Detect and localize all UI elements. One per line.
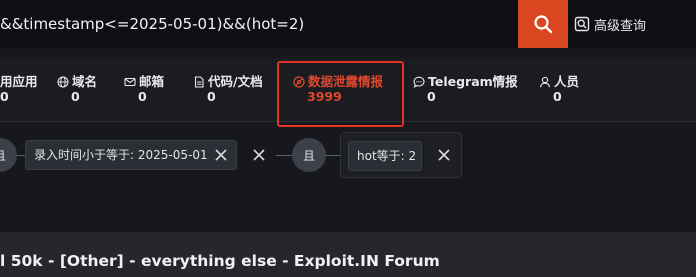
tab-domains[interactable]: 域名 0 [57, 74, 97, 104]
filter-bar: 且 录入时间小于等于: 2025-05-01 且 hot等于: 2 [0, 132, 696, 178]
tab-people-label: 人员 [554, 74, 580, 89]
filter-group-1: 录入时间小于等于: 2025-05-01 [25, 132, 238, 178]
tab-apps-count: 0 [0, 89, 9, 104]
tab-telegram[interactable]: Telegram情报 0 [413, 74, 518, 104]
tab-email-count: 0 [138, 89, 147, 104]
active-tab-highlight [277, 61, 404, 127]
tab-people-count: 0 [553, 89, 562, 104]
close-icon[interactable] [435, 146, 453, 164]
filter-chip-timestamp-label: 录入时间小于等于: 2025-05-01 [34, 148, 208, 162]
search-bar: 高级查询 [0, 0, 696, 48]
person-icon [539, 76, 551, 87]
filter-chip-hot-label: hot等于: 2 [357, 149, 417, 163]
tab-apps[interactable]: 用应用 0 [0, 74, 38, 104]
tab-telegram-label: Telegram情报 [428, 74, 518, 89]
tab-domains-label: 域名 [72, 74, 98, 89]
and-operator-left[interactable]: 且 [0, 138, 17, 172]
search-button[interactable] [518, 0, 568, 48]
tab-code-docs-label: 代码/文档 [208, 74, 263, 89]
and-operator-right[interactable]: 且 [292, 138, 326, 172]
filter-chip-hot: hot等于: 2 [348, 141, 422, 171]
document-icon [194, 75, 204, 88]
mail-icon [124, 77, 136, 86]
globe-icon [57, 75, 69, 88]
search-icon [534, 15, 553, 34]
remove-group-icon[interactable] [250, 146, 268, 164]
close-icon[interactable] [212, 146, 230, 164]
connector-line [326, 155, 340, 156]
tab-email[interactable]: 邮箱 0 [124, 74, 164, 104]
advanced-search-icon [574, 16, 590, 32]
advanced-search-button[interactable]: 高级查询 [574, 0, 646, 48]
tab-apps-label: 用应用 [0, 74, 38, 89]
tab-people[interactable]: 人员 0 [539, 74, 579, 104]
connector-line [17, 155, 25, 156]
search-input[interactable] [0, 0, 518, 48]
tab-email-label: 邮箱 [139, 74, 165, 89]
tab-code-docs-count: 0 [207, 89, 216, 104]
result-title-link[interactable]: l 50k - [Other] - everything else - Expl… [0, 232, 440, 277]
filter-chip-timestamp: 录入时间小于等于: 2025-05-01 [25, 140, 237, 170]
connector-line [276, 155, 292, 156]
and-operator-right-label: 且 [302, 148, 315, 163]
tab-code-docs[interactable]: 代码/文档 0 [193, 74, 263, 104]
advanced-search-label: 高级查询 [594, 18, 647, 34]
result-item: l 50k - [Other] - everything else - Expl… [0, 232, 696, 277]
filter-group-2: hot等于: 2 [340, 132, 462, 178]
and-operator-left-label: 且 [0, 147, 6, 164]
tab-telegram-count: 0 [427, 89, 436, 104]
tab-domains-count: 0 [71, 89, 80, 104]
chat-icon [413, 76, 425, 88]
